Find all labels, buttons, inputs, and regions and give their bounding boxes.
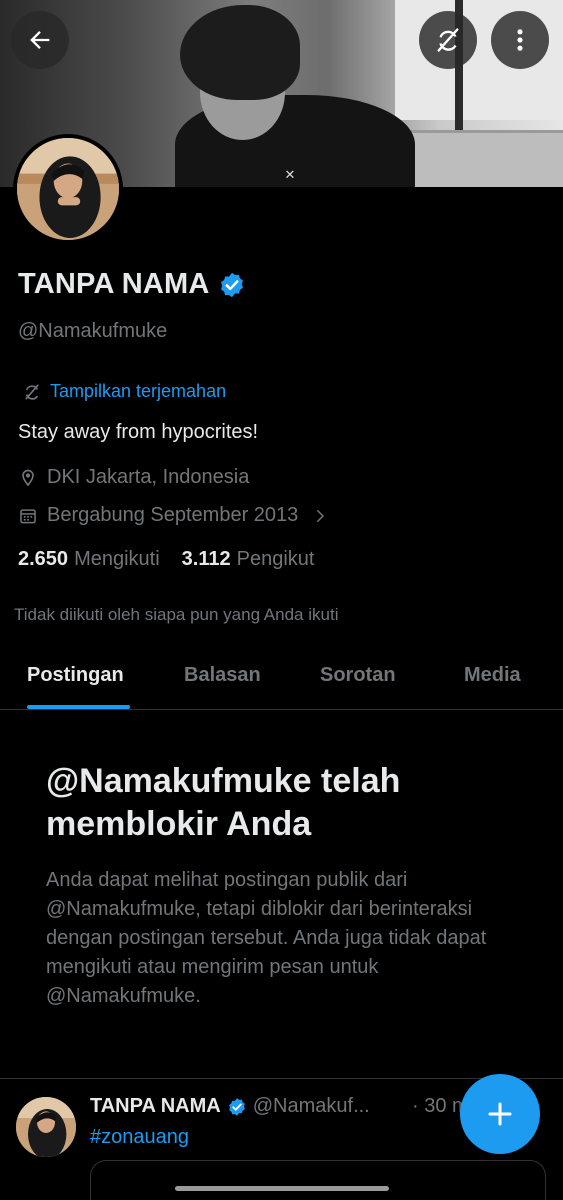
profile-bio: Stay away from hypocrites! bbox=[18, 421, 259, 443]
profile-joined[interactable]: Bergabung September 2013 bbox=[18, 504, 329, 527]
tab-media[interactable]: Media bbox=[464, 664, 521, 687]
show-translation-link[interactable]: Tampilkan terjemahan bbox=[22, 381, 226, 402]
more-vertical-icon bbox=[517, 29, 523, 51]
verified-badge-icon bbox=[227, 1097, 247, 1117]
show-translation-label: Tampilkan terjemahan bbox=[50, 381, 227, 401]
back-button[interactable] bbox=[11, 11, 69, 69]
followers-stat[interactable]: 3.112 Pengikut bbox=[182, 548, 315, 571]
avatar-image bbox=[17, 138, 119, 240]
following-stat[interactable]: 2.650 Mengikuti bbox=[18, 548, 160, 571]
profile-tabs: Postingan Balasan Sorotan Media bbox=[0, 650, 563, 710]
tab-balasan[interactable]: Balasan bbox=[184, 664, 261, 687]
compose-button[interactable] bbox=[460, 1074, 540, 1154]
profile-stats: 2.650 Mengikuti 3.112 Pengikut bbox=[18, 548, 314, 571]
calendar-icon bbox=[20, 508, 36, 523]
profile-location: DKI Jakarta, Indonesia bbox=[18, 466, 249, 489]
tweet-author-handle: @Namakuf... bbox=[252, 1095, 370, 1117]
tab-sorotan[interactable]: Sorotan bbox=[320, 664, 396, 687]
tweet-media-card[interactable] bbox=[90, 1160, 546, 1200]
active-tab-indicator bbox=[27, 705, 130, 709]
arrow-left-icon bbox=[30, 31, 50, 49]
location-pin-icon bbox=[22, 469, 34, 486]
plus-icon bbox=[488, 1102, 512, 1126]
profile-location-text: DKI Jakarta, Indonesia bbox=[47, 466, 250, 488]
translate-off-icon bbox=[437, 28, 459, 52]
more-options-button[interactable] bbox=[491, 11, 549, 69]
shirt-logo-icon: ✕ bbox=[284, 167, 296, 182]
profile-name: TANPA NAMA bbox=[18, 268, 210, 300]
blocked-notice-title: @Namakufmuke telah memblokir Anda bbox=[46, 762, 401, 843]
following-count: 2.650 bbox=[18, 548, 69, 570]
followed-by-note: Tidak diikuti oleh siapa pun yang Anda i… bbox=[14, 605, 339, 624]
profile-name-row: TANPA NAMA bbox=[18, 268, 246, 301]
banner-table bbox=[405, 130, 563, 187]
following-label: Mengikuti bbox=[74, 548, 160, 570]
profile-joined-text: Bergabung September 2013 bbox=[47, 504, 299, 526]
translate-icon bbox=[25, 384, 39, 400]
home-indicator[interactable] bbox=[175, 1186, 389, 1191]
blocked-notice-description: Anda dapat melihat postingan publik dari… bbox=[46, 869, 487, 1007]
chevron-right-icon bbox=[317, 509, 325, 522]
translate-toggle-button[interactable] bbox=[419, 11, 477, 69]
verified-badge-icon[interactable] bbox=[218, 271, 246, 299]
profile-handle: @Namakufmuke bbox=[18, 320, 168, 342]
banner-person-hair bbox=[180, 5, 300, 100]
tweet-header[interactable]: TANPA NAMA @Namakuf... bbox=[90, 1095, 370, 1118]
tweet-avatar[interactable] bbox=[16, 1097, 76, 1157]
followers-label: Pengikut bbox=[236, 548, 315, 570]
profile-avatar[interactable] bbox=[13, 134, 123, 244]
tweet-avatar-image bbox=[16, 1097, 76, 1157]
followers-count: 3.112 bbox=[181, 548, 231, 570]
tweet-author-name: TANPA NAMA bbox=[90, 1095, 221, 1117]
tweet-hashtag[interactable]: #zonauang bbox=[90, 1126, 189, 1149]
tab-postingan[interactable]: Postingan bbox=[27, 664, 124, 687]
